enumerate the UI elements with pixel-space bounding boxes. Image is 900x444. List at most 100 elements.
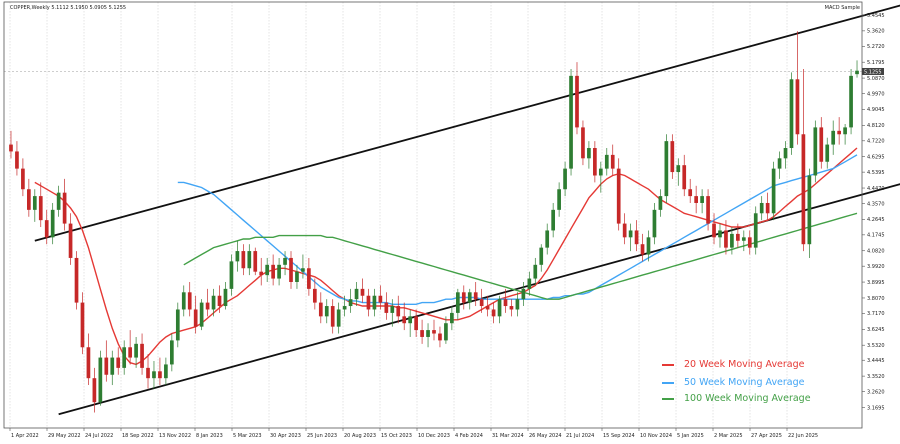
candle-body — [175, 309, 180, 341]
legend-entry-100-week-ma: 100 Week Moving Average — [662, 393, 811, 404]
candle-body — [44, 220, 49, 238]
legend-entry-20-week-ma: 20 Week Moving Average — [662, 359, 805, 370]
y-tick-label: 3.9920 — [867, 264, 885, 270]
candle-body — [515, 299, 520, 310]
candle-body — [706, 196, 710, 224]
candle-body — [849, 75, 853, 128]
candle-body — [318, 302, 323, 317]
candle-body — [396, 306, 401, 317]
candle-body — [384, 302, 389, 313]
candle-body — [169, 340, 174, 365]
y-tick-label: 3.8070 — [867, 296, 885, 302]
x-tick-label: 27 Apr 2025 — [751, 433, 782, 439]
candle-body — [205, 302, 210, 310]
candle-body — [670, 141, 675, 173]
x-tick-label: 15 Oct 2023 — [381, 433, 412, 439]
legend-entry-50-week-ma: 50 Week Moving Average — [662, 377, 805, 388]
x-tick-label: 18 Sep 2022 — [122, 433, 154, 439]
candle-body — [700, 196, 704, 203]
candle-body — [342, 306, 347, 310]
y-tick-label: 5.3620 — [867, 29, 885, 35]
candle-body — [747, 237, 752, 248]
y-tick-label: 4.5395 — [867, 170, 885, 176]
x-tick-label: 10 Dec 2023 — [418, 433, 450, 439]
candle-body — [146, 367, 150, 379]
candle-body — [50, 209, 55, 238]
candle-body — [420, 330, 424, 337]
trend-channel — [34, 4, 900, 416]
candle-body — [312, 288, 317, 303]
y-tick-label: 3.3520 — [867, 374, 885, 380]
candle-body — [277, 264, 281, 279]
candle-body — [759, 202, 764, 214]
candle-body — [604, 154, 609, 169]
x-tick-label: 24 Jul 2022 — [85, 433, 113, 439]
candle-body — [450, 312, 454, 324]
candle-body — [563, 168, 567, 190]
candle-body — [724, 230, 728, 248]
candle-body — [271, 264, 275, 279]
candle-body — [777, 158, 782, 169]
candle-body — [688, 189, 693, 197]
candle-body — [682, 165, 687, 190]
legend-label: 50 Week Moving Average — [684, 377, 805, 388]
candle-body — [783, 148, 788, 159]
candle-body — [652, 209, 657, 238]
y-tick-label: 4.4470 — [867, 186, 885, 192]
candle-body — [110, 357, 115, 375]
candle-body — [438, 333, 442, 341]
x-tick-label: 10 Nov 2024 — [640, 433, 672, 439]
candle-body — [461, 292, 466, 303]
candle-body — [855, 70, 859, 75]
y-tick-label: 5.4545 — [867, 13, 885, 19]
candle-body — [676, 165, 681, 173]
candle-body — [593, 148, 597, 176]
y-tick-label: 3.5320 — [867, 343, 885, 349]
y-tick-label: 3.8995 — [867, 280, 885, 286]
y-tick-label: 4.7220 — [867, 139, 885, 145]
candle-body — [539, 247, 544, 265]
candle-body — [229, 261, 234, 289]
x-tick-label: 31 Mar 2024 — [492, 433, 524, 439]
candle-body — [98, 357, 103, 403]
candle-body — [426, 330, 430, 337]
candle-body — [432, 330, 436, 334]
candle-body — [610, 154, 615, 169]
candle-body — [521, 288, 526, 300]
x-tick-label: 8 Jan 2023 — [196, 433, 223, 439]
candle-body — [730, 233, 734, 248]
candle-body — [62, 192, 67, 224]
candle-body — [634, 230, 639, 245]
candle-body — [825, 144, 830, 162]
candle-body — [21, 168, 25, 190]
x-tick-label: 30 Apr 2023 — [270, 433, 301, 439]
y-tick-label: 4.0820 — [867, 249, 885, 255]
candle-body — [664, 141, 669, 197]
y-tick-label: 3.6245 — [867, 327, 885, 333]
candle-body — [485, 306, 490, 310]
candle-body — [646, 237, 651, 255]
candle-body — [360, 288, 365, 296]
candle-body — [455, 292, 460, 313]
candle-body — [741, 237, 746, 241]
candle-body — [283, 257, 287, 265]
current-price-label: 5.1255 — [864, 69, 882, 75]
candle-body — [354, 288, 359, 300]
candle-body — [771, 168, 776, 214]
candle-body — [15, 151, 19, 169]
candle-body — [765, 202, 770, 214]
candle-body — [74, 257, 79, 303]
candle-body — [408, 316, 413, 324]
legend-label: 20 Week Moving Average — [684, 359, 805, 370]
candle-body — [378, 295, 383, 303]
candle-body — [9, 144, 13, 152]
candle-body — [598, 168, 603, 176]
x-tick-label: 20 Aug 2023 — [344, 433, 376, 439]
x-tick-label: 25 Jun 2023 — [307, 433, 337, 439]
x-tick-label: 26 May 2024 — [529, 433, 562, 439]
candle-body — [813, 127, 818, 176]
candle-body — [330, 306, 335, 327]
candle-body — [479, 299, 484, 307]
candle-body — [217, 295, 222, 307]
candle-body — [265, 264, 270, 276]
